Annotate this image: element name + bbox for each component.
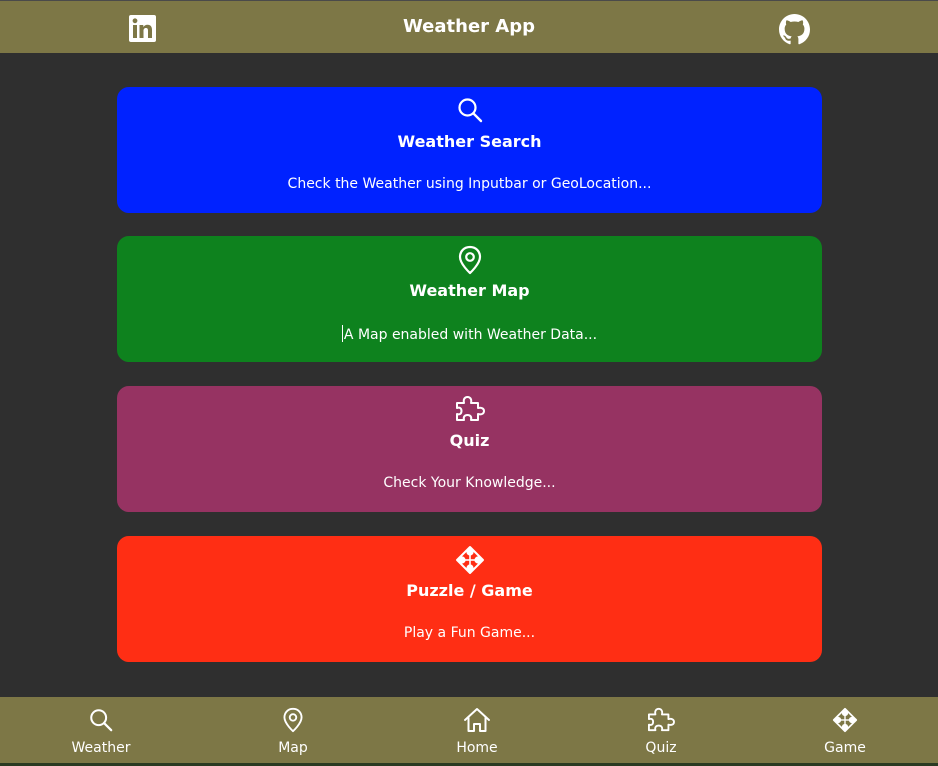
search-icon (457, 98, 482, 123)
text-cursor (341, 325, 343, 342)
puzzle-icon (455, 396, 485, 421)
card-title: Weather Map (409, 281, 530, 300)
card-description: A Map enabled with Weather Data... (343, 327, 598, 343)
nav-label: Map (278, 740, 308, 756)
nav-item-weather[interactable]: Weather (41, 697, 161, 763)
puzzle-game-card[interactable]: Puzzle / Game Play a Fun Game... (117, 536, 822, 662)
nav-item-game[interactable]: Game (785, 697, 905, 763)
weather-search-card[interactable]: Weather Search Check the Weather using I… (117, 87, 822, 213)
nav-label: Home (456, 740, 498, 756)
nav-label: Quiz (645, 740, 677, 756)
gamepad-icon (832, 707, 858, 733)
map-pin-icon (458, 245, 481, 275)
gamepad-icon (455, 546, 484, 574)
card-description: Play a Fun Game... (403, 625, 536, 641)
bottom-nav: Weather Map Home Quiz Game (0, 697, 938, 763)
card-description: Check Your Knowledge... (383, 475, 556, 491)
card-description-row: A Map enabled with Weather Data... (117, 325, 822, 343)
card-title: Weather Search (397, 132, 542, 151)
nav-item-quiz[interactable]: Quiz (601, 697, 721, 763)
puzzle-icon (647, 707, 675, 732)
github-icon[interactable] (779, 14, 810, 45)
card-title: Quiz (449, 431, 490, 450)
nav-item-home[interactable]: Home (417, 697, 537, 763)
nav-label: Game (824, 740, 866, 756)
nav-item-map[interactable]: Map (233, 697, 353, 763)
card-description: Check the Weather using Inputbar or GeoL… (287, 176, 652, 192)
search-icon (90, 709, 113, 732)
map-pin-icon (283, 707, 303, 733)
nav-label: Weather (71, 740, 131, 756)
home-icon (464, 708, 490, 732)
quiz-card[interactable]: Quiz Check Your Knowledge... (117, 386, 822, 512)
card-title: Puzzle / Game (406, 581, 533, 600)
top-bar: Weather App (0, 0, 938, 53)
weather-map-card[interactable]: Weather Map A Map enabled with Weather D… (117, 236, 822, 362)
